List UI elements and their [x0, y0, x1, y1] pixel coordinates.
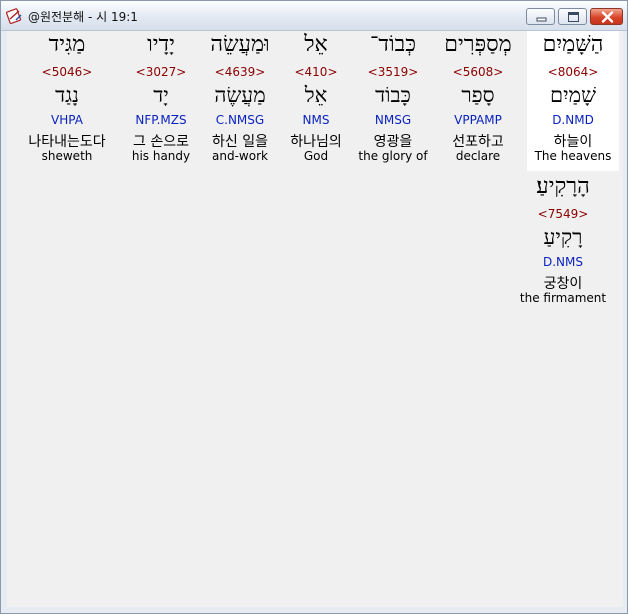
- hebrew-lemma: נָגַד: [55, 83, 79, 107]
- strong-number[interactable]: <3027>: [115, 65, 207, 83]
- english-gloss: and-work: [212, 149, 268, 163]
- word-block-yadav[interactable]: יָדָיו <3027> יָד NFP.MZS 그 손으로 his hand…: [115, 31, 207, 166]
- hebrew-word: מְסַפְּרִים: [444, 32, 512, 57]
- close-icon: [601, 11, 614, 23]
- word-block-mesapperim[interactable]: מְסַפְּרִים <5608> סָפַר VPPAMP 선포하고 dec…: [432, 31, 524, 166]
- parsing-code: D.NMS: [542, 255, 583, 269]
- strong-number[interactable]: <5046>: [21, 65, 113, 83]
- word-block-umaaseh[interactable]: וּמַעֲשֵׂה <4639> מַעֲשֶׂה C.NMSG 하신 일을 …: [194, 31, 286, 166]
- maximize-icon: [568, 12, 579, 22]
- bible-app-icon[interactable]: [5, 7, 23, 25]
- parsing-code: VHPA: [51, 113, 83, 127]
- window-title: @원전분해 - 시 19:1: [28, 10, 138, 24]
- word-block-maggid[interactable]: מַגִּיד <5046> נָגַד VHPA 나타내는도다 sheweth: [21, 31, 113, 166]
- word-block-shamayim[interactable]: הַשָּׁמַיִם <8064> שָׁמַיִם D.NMD 하늘이 Th…: [527, 31, 619, 171]
- parsing-code: D.NMD: [552, 113, 594, 127]
- korean-gloss: 그 손으로: [133, 134, 189, 150]
- app-window: @원전분해 - 시 19:1 הַשָּׁמַיִם <8064> שָׁמַי…: [0, 0, 628, 614]
- english-gloss: sheweth: [41, 149, 93, 163]
- strong-number[interactable]: <4639>: [194, 65, 286, 83]
- hebrew-word: וּמַעֲשֵׂה: [210, 32, 270, 57]
- korean-gloss: 궁창이: [543, 276, 583, 292]
- korean-gloss: 하신 일을: [212, 134, 268, 150]
- hebrew-word: הָרָקִיעַ׃: [536, 174, 590, 199]
- english-gloss: declare: [455, 149, 501, 163]
- hebrew-lemma: שָׁמַיִם: [550, 83, 596, 107]
- parsing-code: VPPAMP: [454, 113, 502, 127]
- parsing-code: C.NMSG: [215, 113, 265, 127]
- strong-number[interactable]: <5608>: [432, 65, 524, 83]
- hebrew-lemma: רָקִיעַ: [543, 225, 583, 249]
- maximize-button[interactable]: [558, 8, 587, 25]
- word-block-haraqia[interactable]: הָרָקִיעַ׃ <7549> רָקִיעַ D.NMS 궁창이 the …: [517, 173, 609, 308]
- hebrew-lemma: סָפַר: [461, 83, 495, 107]
- hebrew-word: הַשָּׁמַיִם: [542, 32, 604, 57]
- english-gloss: his handy: [131, 149, 191, 163]
- korean-gloss: 하늘이: [553, 134, 593, 150]
- hebrew-word: יָדָיו: [147, 32, 175, 57]
- hebrew-lemma: מַעֲשֶׂה: [214, 83, 266, 107]
- hebrew-word: מַגִּיד: [48, 32, 86, 57]
- korean-gloss: 선포하고: [452, 134, 504, 150]
- strong-number[interactable]: <7549>: [517, 207, 609, 225]
- minimize-button[interactable]: [526, 8, 555, 25]
- title-bar[interactable]: @원전분해 - 시 19:1: [1, 1, 627, 31]
- parsing-code: NFP.MZS: [135, 113, 187, 127]
- close-button[interactable]: [590, 8, 623, 25]
- korean-gloss: 나타내는도다: [28, 134, 106, 150]
- interlinear-view: הַשָּׁמַיִם <8064> שָׁמַיִם D.NMD 하늘이 Th…: [7, 31, 623, 607]
- english-gloss: the firmament: [519, 291, 607, 305]
- english-gloss: The heavens: [534, 149, 612, 163]
- hebrew-lemma: יָד: [153, 83, 169, 107]
- strong-number[interactable]: <8064>: [527, 65, 619, 83]
- minimize-icon: [536, 17, 547, 22]
